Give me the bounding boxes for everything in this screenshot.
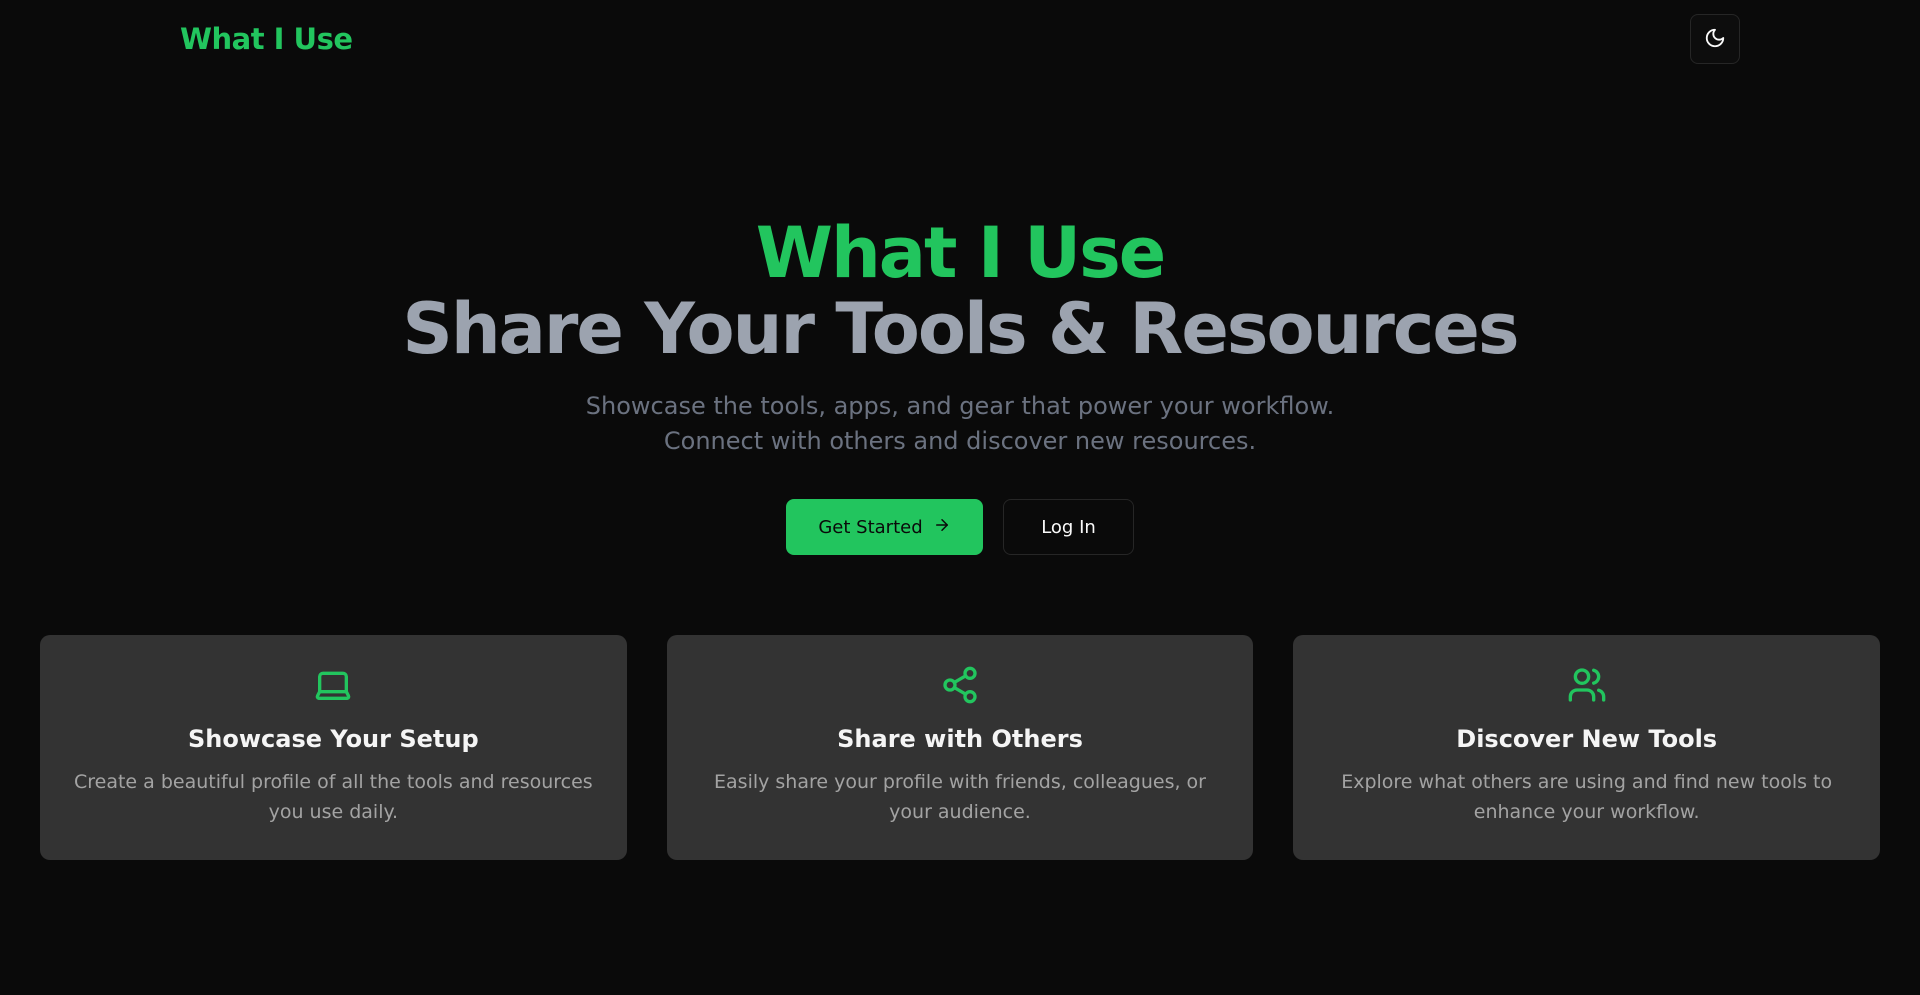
- hero-subtitle-line-1: Showcase the tools, apps, and gear that …: [585, 392, 1335, 420]
- users-icon: [1567, 665, 1607, 705]
- arrow-right-icon: [933, 516, 951, 539]
- feature-title: Discover New Tools: [1456, 725, 1718, 753]
- site-header: What I Use: [0, 0, 1920, 82]
- get-started-button[interactable]: Get Started: [786, 499, 983, 555]
- get-started-label: Get Started: [818, 516, 923, 538]
- hero-actions: Get Started Log In: [0, 499, 1920, 555]
- features-section: Showcase Your Setup Create a beautiful p…: [40, 635, 1881, 860]
- laptop-icon: [313, 665, 353, 705]
- hero-subtitle-line-2: Connect with others and discover new res…: [663, 427, 1257, 455]
- hero-title: What I Use Share Your Tools & Resources: [0, 215, 1920, 367]
- brand-logo-link[interactable]: What I Use: [180, 22, 353, 56]
- feature-card-share: Share with Others Easily share your prof…: [666, 635, 1254, 860]
- feature-card-showcase: Showcase Your Setup Create a beautiful p…: [40, 635, 627, 860]
- hero-title-accent: What I Use: [755, 212, 1167, 294]
- landing-page: What I Use What I Use Share Your Tools &…: [0, 0, 1920, 995]
- moon-icon: [1704, 27, 1726, 52]
- feature-description: Create a beautiful profile of all the to…: [73, 771, 593, 823]
- feature-card-discover: Discover New Tools Explore what others a…: [1293, 635, 1881, 860]
- log-in-button[interactable]: Log In: [1003, 499, 1134, 555]
- feature-description: Easily share your profile with friends, …: [714, 771, 1206, 823]
- hero-section: What I Use Share Your Tools & Resources …: [0, 215, 1920, 555]
- hero-title-main: Share Your Tools & Resources: [402, 288, 1519, 370]
- hero-subtitle: Showcase the tools, apps, and gear that …: [0, 389, 1920, 459]
- feature-description: Explore what others are using and find n…: [1341, 771, 1833, 823]
- feature-title: Share with Others: [837, 725, 1083, 753]
- feature-title: Showcase Your Setup: [188, 725, 479, 753]
- share-icon: [940, 665, 980, 705]
- theme-toggle-button[interactable]: [1690, 14, 1740, 64]
